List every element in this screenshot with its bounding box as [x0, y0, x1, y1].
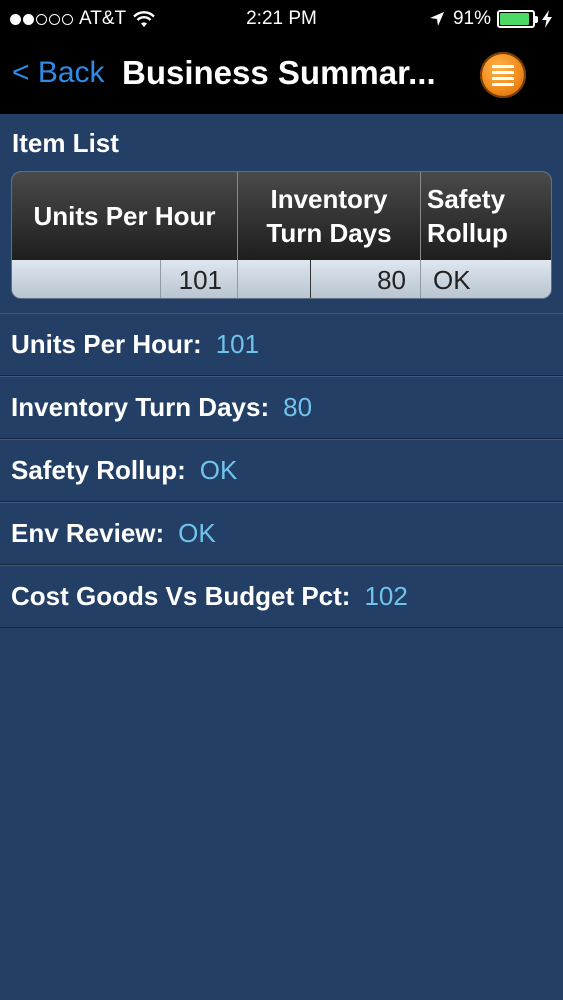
battery-percent: 91%	[452, 8, 491, 29]
field-value: 80	[283, 392, 313, 422]
menu-button[interactable]	[480, 52, 526, 98]
signal-dot	[62, 13, 73, 25]
column-header-label: Inventory	[270, 184, 388, 214]
field-env-review[interactable]: Env Review: OK	[0, 502, 563, 565]
status-bar-right: 91%	[429, 8, 553, 30]
table-row[interactable]: 101 80 OK	[12, 260, 551, 298]
battery-cap	[535, 16, 538, 23]
field-units-per-hour[interactable]: Units Per Hour: 101	[0, 313, 563, 376]
signal-dot	[49, 13, 60, 25]
status-bar: AT&T 2:21 PM 91%	[0, 0, 563, 38]
cell-divider	[237, 260, 238, 298]
menu-list-icon	[492, 76, 514, 80]
field-inventory-turn-days[interactable]: Inventory Turn Days: 80	[0, 376, 563, 439]
field-value: 102	[364, 581, 408, 611]
cell-inventory-turn-days: 80	[377, 264, 406, 295]
menu-list-icon	[492, 82, 514, 86]
navigation-bar: < Back Business Summar...	[0, 38, 563, 114]
cell-units-per-hour: 101	[178, 264, 222, 295]
field-label: Env Review:	[11, 518, 165, 548]
menu-list-icon	[492, 64, 514, 68]
field-value: OK	[178, 518, 216, 548]
column-header-label: Safety	[427, 184, 506, 214]
wifi-icon	[133, 11, 156, 27]
signal-strength-icon	[10, 13, 75, 25]
field-label: Cost Goods Vs Budget Pct:	[11, 581, 351, 611]
field-value: 101	[215, 329, 260, 359]
column-header-label: Rollup	[427, 218, 508, 248]
battery-level-fill	[500, 13, 530, 25]
battery-icon	[497, 10, 538, 28]
column-header-label: Turn Days	[266, 218, 392, 248]
charging-bolt-icon	[542, 10, 552, 28]
carrier-name: AT&T	[79, 8, 127, 29]
signal-dot	[10, 13, 21, 25]
field-label: Safety Rollup:	[11, 455, 186, 485]
cell-safety-rollup: OK	[433, 264, 471, 295]
menu-list-icon	[492, 70, 514, 74]
column-header-units-per-hour[interactable]: Units Per Hour	[12, 172, 237, 260]
back-button[interactable]: < Back	[12, 56, 105, 90]
cell-divider	[420, 260, 421, 298]
grid-header: Units Per Hour Inventory Turn Days Safet…	[12, 172, 551, 260]
field-safety-rollup[interactable]: Safety Rollup: OK	[0, 439, 563, 502]
field-label: Inventory Turn Days:	[11, 392, 270, 422]
item-list-grid: Units Per Hour Inventory Turn Days Safet…	[11, 171, 552, 299]
column-header-safety-rollup[interactable]: Safety Rollup	[427, 172, 551, 260]
column-divider	[420, 172, 421, 260]
location-arrow-icon	[429, 12, 444, 26]
signal-dot	[36, 13, 47, 25]
page-title: Business Summar...	[122, 54, 436, 91]
field-label: Units Per Hour:	[11, 329, 202, 359]
field-cost-goods-vs-budget-pct[interactable]: Cost Goods Vs Budget Pct: 102	[0, 565, 563, 628]
column-header-inventory-turn-days[interactable]: Inventory Turn Days	[238, 172, 420, 260]
status-bar-left: AT&T	[10, 8, 156, 30]
item-list-title: Item List	[12, 128, 119, 158]
signal-dot	[23, 13, 34, 25]
field-value: OK	[199, 455, 238, 485]
column-header-label: Units Per Hour	[33, 201, 216, 231]
